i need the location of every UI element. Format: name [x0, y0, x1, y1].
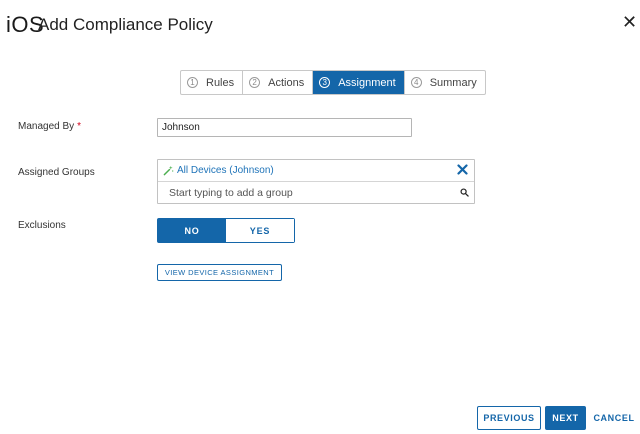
add-compliance-policy-dialog: iOS Add Compliance Policy ✕ 1 Rules 2 Ac… [0, 0, 640, 434]
managed-by-label-text: Managed By [18, 121, 75, 132]
managed-by-input[interactable] [157, 118, 412, 137]
cancel-button[interactable]: CANCEL [592, 406, 636, 430]
step-number: 4 [410, 77, 422, 88]
smart-group-wand-icon [163, 165, 174, 176]
step-label: Summary [429, 76, 477, 89]
step-number: 1 [187, 77, 198, 88]
step-label: Assignment [338, 76, 396, 89]
group-search-input[interactable] [158, 182, 458, 203]
step-number: 2 [249, 77, 261, 88]
required-marker: * [77, 121, 82, 132]
step-actions[interactable]: 2 Actions [243, 71, 314, 94]
step-summary[interactable]: 4 Summary [405, 71, 485, 94]
close-icon[interactable]: ✕ [622, 13, 637, 31]
step-label: Actions [268, 76, 305, 89]
previous-button[interactable]: PREVIOUS [477, 406, 541, 430]
group-chip-label: All Devices (Johnson) [177, 165, 274, 176]
exclusions-yes-option[interactable]: YES [226, 219, 294, 242]
next-button[interactable]: NEXT [545, 406, 586, 430]
exclusions-no-option[interactable]: NO [158, 219, 226, 242]
wizard-steps: 1 Rules 2 Actions 3 Assignment 4 Summary [180, 70, 486, 95]
remove-chip-icon[interactable] [457, 164, 468, 175]
step-rules[interactable]: 1 Rules [181, 71, 244, 94]
step-label: Rules [206, 76, 235, 89]
assigned-groups-label: Assigned Groups [18, 167, 95, 178]
page-title: Add Compliance Policy [38, 15, 213, 34]
step-assignment[interactable]: 3 Assignment [313, 71, 405, 94]
search-icon[interactable] [460, 188, 469, 197]
assigned-groups-field: All Devices (Johnson) [157, 159, 475, 204]
group-chip: All Devices (Johnson) [158, 160, 474, 182]
exclusions-label: Exclusions [18, 220, 66, 231]
managed-by-label: Managed By * [18, 121, 81, 132]
step-number: 3 [319, 77, 331, 88]
exclusions-toggle: NO YES [157, 218, 295, 243]
view-device-assignment-button[interactable]: VIEW DEVICE ASSIGNMENT [157, 264, 282, 281]
